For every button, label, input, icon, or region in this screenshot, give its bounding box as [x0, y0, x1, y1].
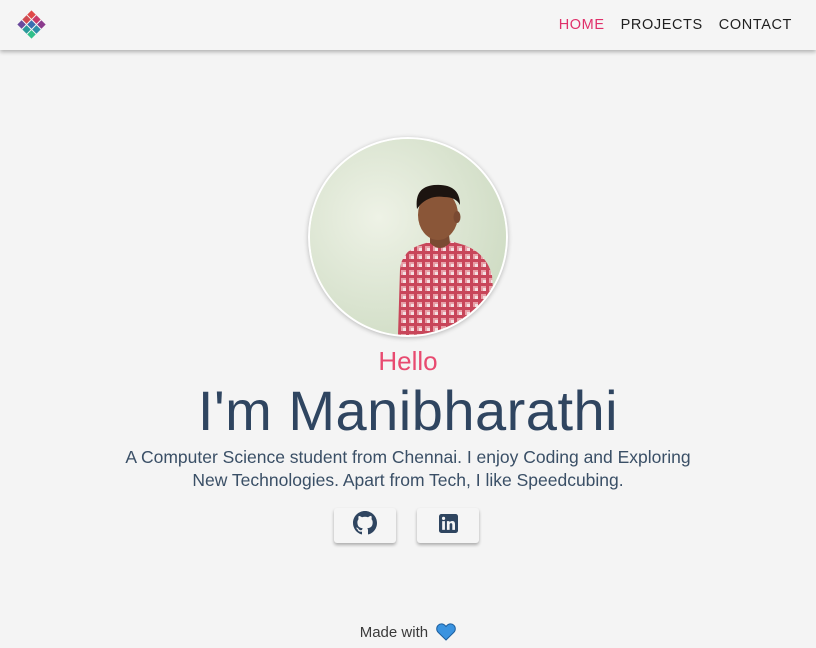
hero-section: Hello I'm Manibharathi A Computer Scienc…: [0, 0, 816, 648]
hero-name-heading: I'm Manibharathi: [197, 379, 619, 442]
nav-link-contact[interactable]: CONTACT: [719, 17, 792, 33]
github-button[interactable]: [334, 508, 396, 543]
nav-link-projects[interactable]: PROJECTS: [621, 17, 703, 33]
diamond-grid-logo-icon[interactable]: [15, 8, 48, 41]
linkedin-icon: [438, 513, 458, 538]
heart-icon: [436, 623, 457, 645]
nav-links: HOME PROJECTS CONTACT: [543, 0, 792, 50]
footer: Made with: [0, 623, 816, 645]
linkedin-button[interactable]: [417, 508, 479, 543]
bio-text: A Computer Science student from Chennai.…: [125, 447, 691, 490]
nav-link-home[interactable]: HOME: [559, 17, 605, 33]
footer-text: Made with: [359, 624, 429, 641]
navbar: HOME PROJECTS CONTACT: [0, 0, 816, 50]
profile-photo: [308, 137, 508, 337]
greeting-text: Hello: [378, 346, 438, 376]
github-icon: [353, 511, 377, 540]
